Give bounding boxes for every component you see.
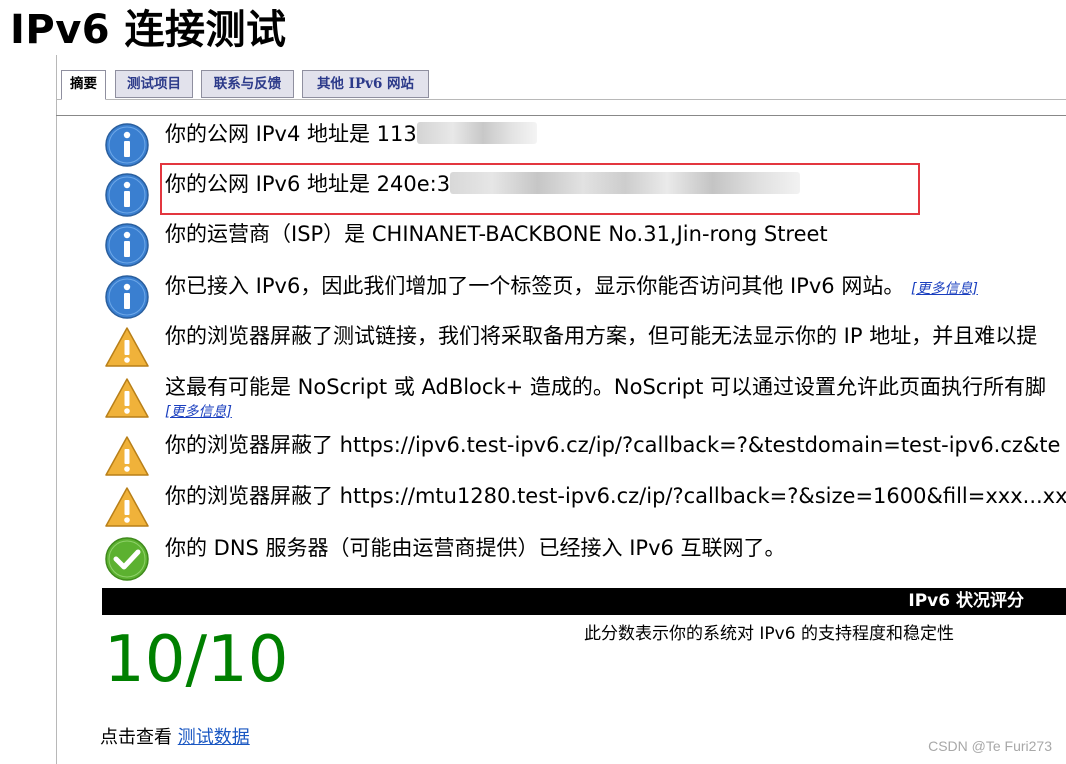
message-ipv6-tab: 你已接入 IPv6，因此我们增加了一个标签页，显示你能否访问其他 IPv6 网站… xyxy=(102,270,1066,319)
score-header-bar: IPv6 状况评分 xyxy=(102,588,1066,615)
message-text: 你的公网 IPv4 地址是 113 xyxy=(165,121,1066,147)
check-icon xyxy=(105,537,149,581)
tab-other-ipv6-sites[interactable]: 其他 IPv6 网站 xyxy=(302,70,429,98)
message-text: 你的运营商（ISP）是 CHINANET-BACKBONE No.31,Jin-… xyxy=(165,222,828,246)
message-text: 你的 DNS 服务器（可能由运营商提供）已经接入 IPv6 互联网了。 xyxy=(165,536,786,560)
info-icon xyxy=(105,223,149,267)
message-blocked-mtu: 你的浏览器屏蔽了 https://mtu1280.test-ipv6.cz/ip… xyxy=(102,480,1066,528)
message-text: 你的浏览器屏蔽了 https://ipv6.test-ipv6.cz/ip/?c… xyxy=(165,433,1061,457)
content-divider xyxy=(56,115,1066,116)
warning-icon xyxy=(105,487,149,527)
tab-summary[interactable]: 摘要 xyxy=(61,70,106,100)
test-data-link[interactable]: 测试数据 xyxy=(178,727,250,748)
message-text: 你已接入 IPv6，因此我们增加了一个标签页，显示你能否访问其他 IPv6 网站… xyxy=(165,274,978,298)
score-description: 此分数表示你的系统对 IPv6 的支持程度和稳定性 xyxy=(584,624,954,644)
info-icon xyxy=(105,275,149,319)
message-blocked-ipv6: 你的浏览器屏蔽了 https://ipv6.test-ipv6.cz/ip/?c… xyxy=(102,429,1066,477)
score-header: IPv6 状况评分 xyxy=(908,591,1024,611)
message-noscript: 这最有可能是 NoScript 或 AdBlock+ 造成的。NoScript … xyxy=(102,371,1066,421)
more-info-link[interactable]: [更多信息] xyxy=(165,401,232,421)
tab-test-items[interactable]: 测试项目 xyxy=(115,70,193,98)
message-text: 你的浏览器屏蔽了 https://mtu1280.test-ipv6.cz/ip… xyxy=(165,484,1066,508)
page-title: IPv6 连接测试 xyxy=(10,7,287,53)
tabs-divider xyxy=(56,99,1066,100)
score-value: 10/10 xyxy=(104,623,289,697)
warning-icon xyxy=(105,436,149,476)
frame-border xyxy=(56,55,57,764)
warning-icon xyxy=(105,327,149,367)
message-blocked-test: 你的浏览器屏蔽了测试链接，我们将采取备用方案，但可能无法显示你的 IP 地址，并… xyxy=(102,320,1066,368)
message-isp: 你的运营商（ISP）是 CHINANET-BACKBONE No.31,Jin-… xyxy=(102,218,1066,267)
warning-icon xyxy=(105,378,149,418)
message-text: 你的浏览器屏蔽了测试链接，我们将采取备用方案，但可能无法显示你的 IP 地址，并… xyxy=(165,324,1038,348)
message-ipv4-address: 你的公网 IPv4 地址是 113 xyxy=(102,118,1066,167)
tab-contact-feedback[interactable]: 联系与反馈 xyxy=(201,70,294,98)
watermark: CSDN @Te Furi273 xyxy=(928,738,1052,754)
message-text: 这最有可能是 NoScript 或 AdBlock+ 造成的。NoScript … xyxy=(165,375,1047,399)
redacted-ip xyxy=(416,122,537,144)
highlight-box xyxy=(160,163,920,215)
info-icon xyxy=(105,123,149,167)
info-icon xyxy=(105,173,149,217)
message-dns: 你的 DNS 服务器（可能由运营商提供）已经接入 IPv6 互联网了。 xyxy=(102,532,1066,581)
footer-text: 点击查看 测试数据 xyxy=(100,727,250,748)
more-info-link[interactable]: [更多信息] xyxy=(911,281,978,297)
